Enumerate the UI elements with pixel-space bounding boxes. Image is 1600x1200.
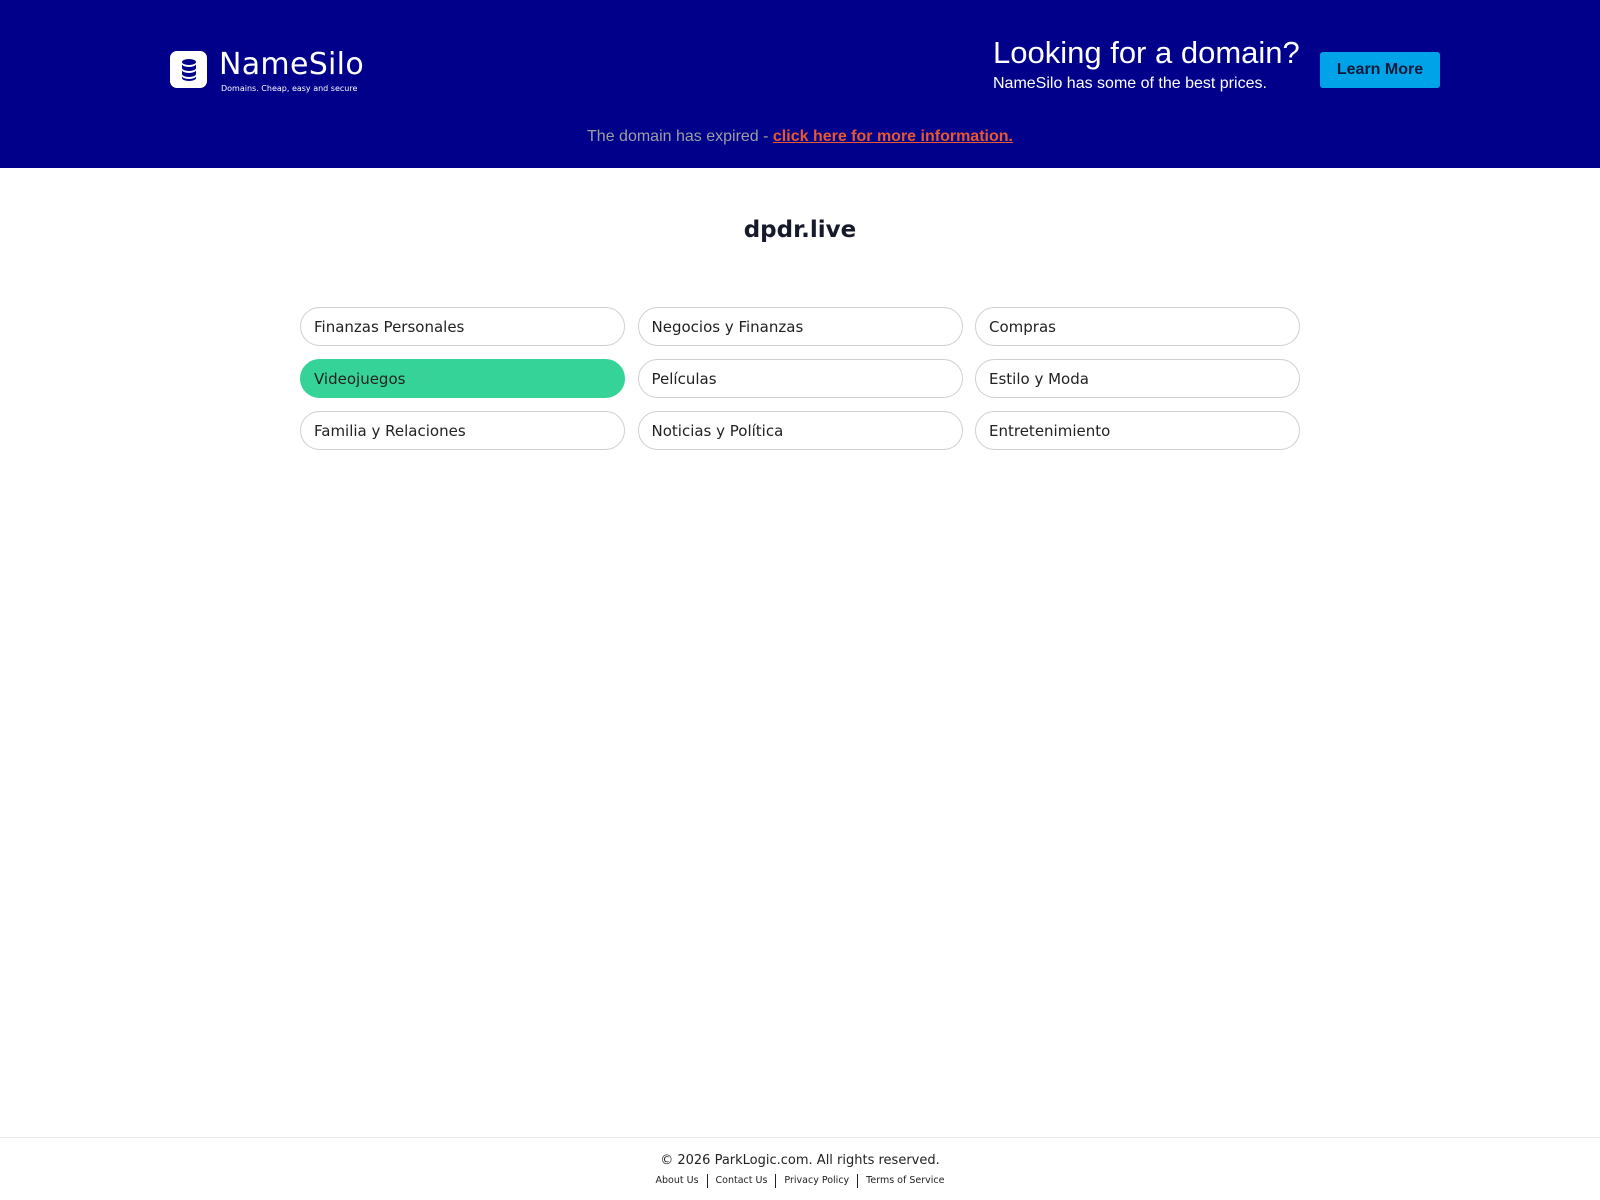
learn-more-button[interactable]: Learn More	[1320, 52, 1440, 88]
category-pill[interactable]: Noticias y Política	[637, 411, 963, 450]
category-pill[interactable]: Estilo y Moda	[975, 359, 1300, 398]
category-grid: Finanzas Personales Negocios y Finanzas …	[300, 307, 1300, 450]
category-pill[interactable]: Negocios y Finanzas	[637, 307, 963, 346]
promo-block: Looking for a domain? NameSilo has some …	[993, 36, 1300, 94]
category-pill[interactable]: Entretenimiento	[975, 411, 1300, 450]
database-icon	[170, 51, 207, 88]
promo-title: Looking for a domain?	[993, 35, 1300, 70]
logo-tagline: Domains. Cheap, easy and secure	[221, 84, 358, 93]
about-us-link[interactable]: About Us	[648, 1174, 707, 1188]
terms-of-service-link[interactable]: Terms of Service	[858, 1174, 952, 1188]
logo-name: NameSilo	[219, 47, 364, 82]
category-pill[interactable]: Películas	[637, 359, 963, 398]
more-info-link[interactable]: click here for more information.	[773, 128, 1013, 145]
footer: © 2026 ParkLogic.com. All rights reserve…	[0, 1137, 1600, 1200]
namesilo-logo[interactable]: NameSilo Domains. Cheap, easy and secure	[170, 50, 364, 94]
contact-us-link[interactable]: Contact Us	[708, 1174, 776, 1188]
category-pill[interactable]: Compras	[975, 307, 1300, 346]
header-banner: NameSilo Domains. Cheap, easy and secure…	[0, 0, 1600, 168]
category-pill-active[interactable]: Videojuegos	[300, 359, 625, 398]
domain-name: dpdr.live	[743, 217, 857, 243]
category-pill[interactable]: Familia y Relaciones	[300, 411, 625, 450]
copyright-text: © 2026 ParkLogic.com. All rights reserve…	[660, 1153, 940, 1168]
expired-text: The domain has expired -	[587, 128, 773, 145]
privacy-policy-link[interactable]: Privacy Policy	[776, 1174, 857, 1188]
expired-notice: The domain has expired - click here for …	[0, 128, 1600, 146]
footer-links: About Us Contact Us Privacy Policy Terms…	[0, 1174, 1600, 1188]
promo-subtitle: NameSilo has some of the best prices.	[993, 75, 1267, 92]
category-pill[interactable]: Finanzas Personales	[300, 307, 625, 346]
